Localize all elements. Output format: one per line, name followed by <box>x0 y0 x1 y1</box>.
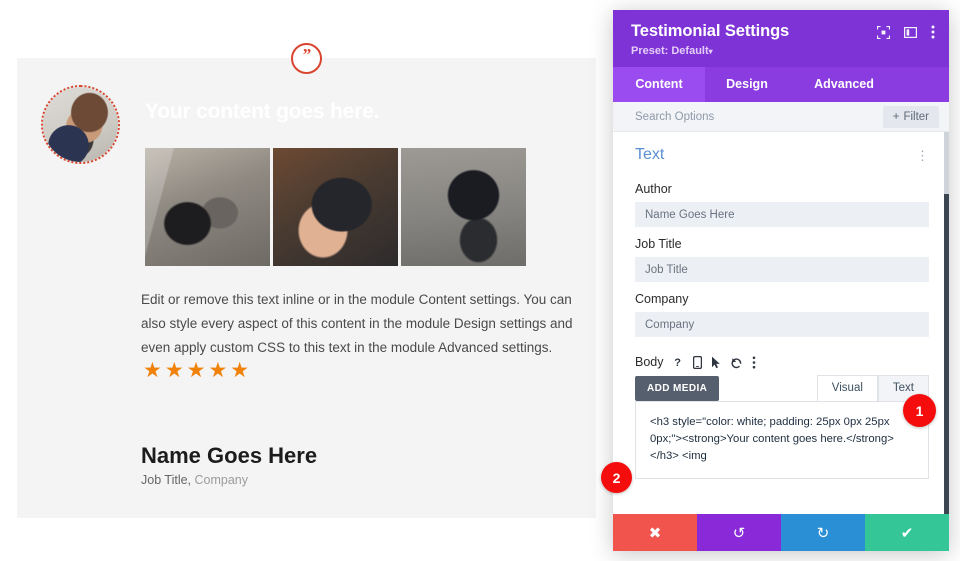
tab-content[interactable]: Content <box>613 67 705 102</box>
fullscreen-icon[interactable] <box>877 25 890 39</box>
field-label-author: Author <box>635 182 672 196</box>
modal-tabs: Content Design Advanced <box>613 67 949 102</box>
page-title: Testimonial Settings <box>631 22 790 40</box>
modal-footer: ✖ ↺ ↻ ✔ <box>613 514 949 551</box>
kebab-menu-icon[interactable] <box>752 356 756 369</box>
field-job-title: Job Title <box>613 237 949 282</box>
chevron-down-icon: ▾ <box>708 47 713 56</box>
testimonial-author-name: Name Goes Here <box>141 443 318 468</box>
plus-icon: + <box>892 110 900 123</box>
testimonial-body-text: Edit or remove this text inline or in th… <box>141 292 573 355</box>
search-bar: Search Options + Filter <box>613 102 949 132</box>
section-title[interactable]: Text <box>635 146 664 164</box>
settings-panel-body: Text ⋮ Author Job Title Company Body ? <box>613 132 949 514</box>
testimonial-author-meta: Job Title, Company <box>141 473 248 487</box>
add-media-button[interactable]: ADD MEDIA <box>635 376 720 401</box>
help-icon[interactable]: ? <box>673 356 684 368</box>
person-riding-scooter-photo <box>401 148 526 266</box>
quote-glyph: ” <box>302 45 311 64</box>
field-author: Author <box>613 182 949 227</box>
field-label-company: Company <box>635 292 689 306</box>
header-icon-group <box>877 22 935 39</box>
testimonial-settings-modal: Testimonial Settings Preset: Default▾ Co… <box>613 10 949 551</box>
annotation-badge-1: 1 <box>903 394 936 427</box>
author-company: Company <box>194 473 249 487</box>
scrollbar[interactable] <box>944 132 949 514</box>
field-label-job-title: Job Title <box>635 237 682 251</box>
tab-design[interactable]: Design <box>705 67 789 102</box>
screenshot-root: ” Your content goes here. Edit or remove… <box>0 0 960 561</box>
filter-label: Filter <box>903 110 929 123</box>
preset-selector[interactable]: Preset: Default▾ <box>631 45 935 57</box>
page-preview: ” Your content goes here. Edit or remove… <box>0 0 613 561</box>
cancel-button[interactable]: ✖ <box>613 514 697 551</box>
split-view-icon[interactable] <box>904 26 917 39</box>
undo-button[interactable]: ↺ <box>697 514 781 551</box>
tab-advanced[interactable]: Advanced <box>789 67 899 102</box>
body-label-row: Body ? <box>613 337 949 369</box>
scrollbar-thumb[interactable] <box>944 132 949 194</box>
modal-header: Testimonial Settings Preset: Default▾ <box>613 10 949 67</box>
cursor-icon[interactable] <box>711 356 721 369</box>
save-button[interactable]: ✔ <box>865 514 949 551</box>
job-title-input[interactable] <box>635 257 929 282</box>
company-input[interactable] <box>635 312 929 337</box>
field-company: Company <box>613 292 949 337</box>
filter-button[interactable]: + Filter <box>882 105 939 128</box>
search-input[interactable]: Search Options <box>635 111 714 123</box>
svg-text:?: ? <box>674 357 681 368</box>
kebab-menu-icon[interactable] <box>931 25 935 39</box>
author-input[interactable] <box>635 202 929 227</box>
reset-icon[interactable] <box>730 356 743 369</box>
hero-title: Your content goes here. <box>145 100 380 123</box>
annotation-badge-2: 2 <box>601 462 632 493</box>
html-code-editor[interactable]: <h3 style="color: white; padding: 25px 0… <box>635 401 929 479</box>
quote-mark-icon: ” <box>291 43 322 74</box>
kebab-menu-icon[interactable]: ⋮ <box>916 149 929 162</box>
hands-holding-phone-photo <box>273 148 398 266</box>
avatar-photo <box>43 87 118 162</box>
editor-toolbar: ADD MEDIA Visual Text <box>613 369 949 401</box>
mobile-icon[interactable] <box>692 355 702 369</box>
scooter-handlebar-photo <box>145 148 270 266</box>
author-job-title: Job Title, <box>141 473 192 487</box>
avatar <box>41 85 120 164</box>
preset-label: Preset: Default <box>631 45 709 57</box>
tab-visual-editor[interactable]: Visual <box>816 375 878 401</box>
photo-strip <box>145 148 526 266</box>
redo-button[interactable]: ↻ <box>781 514 865 551</box>
section-header-text: Text ⋮ <box>613 132 949 172</box>
star-rating: ★★★★★ <box>143 359 253 382</box>
field-label-body: Body <box>635 355 664 369</box>
